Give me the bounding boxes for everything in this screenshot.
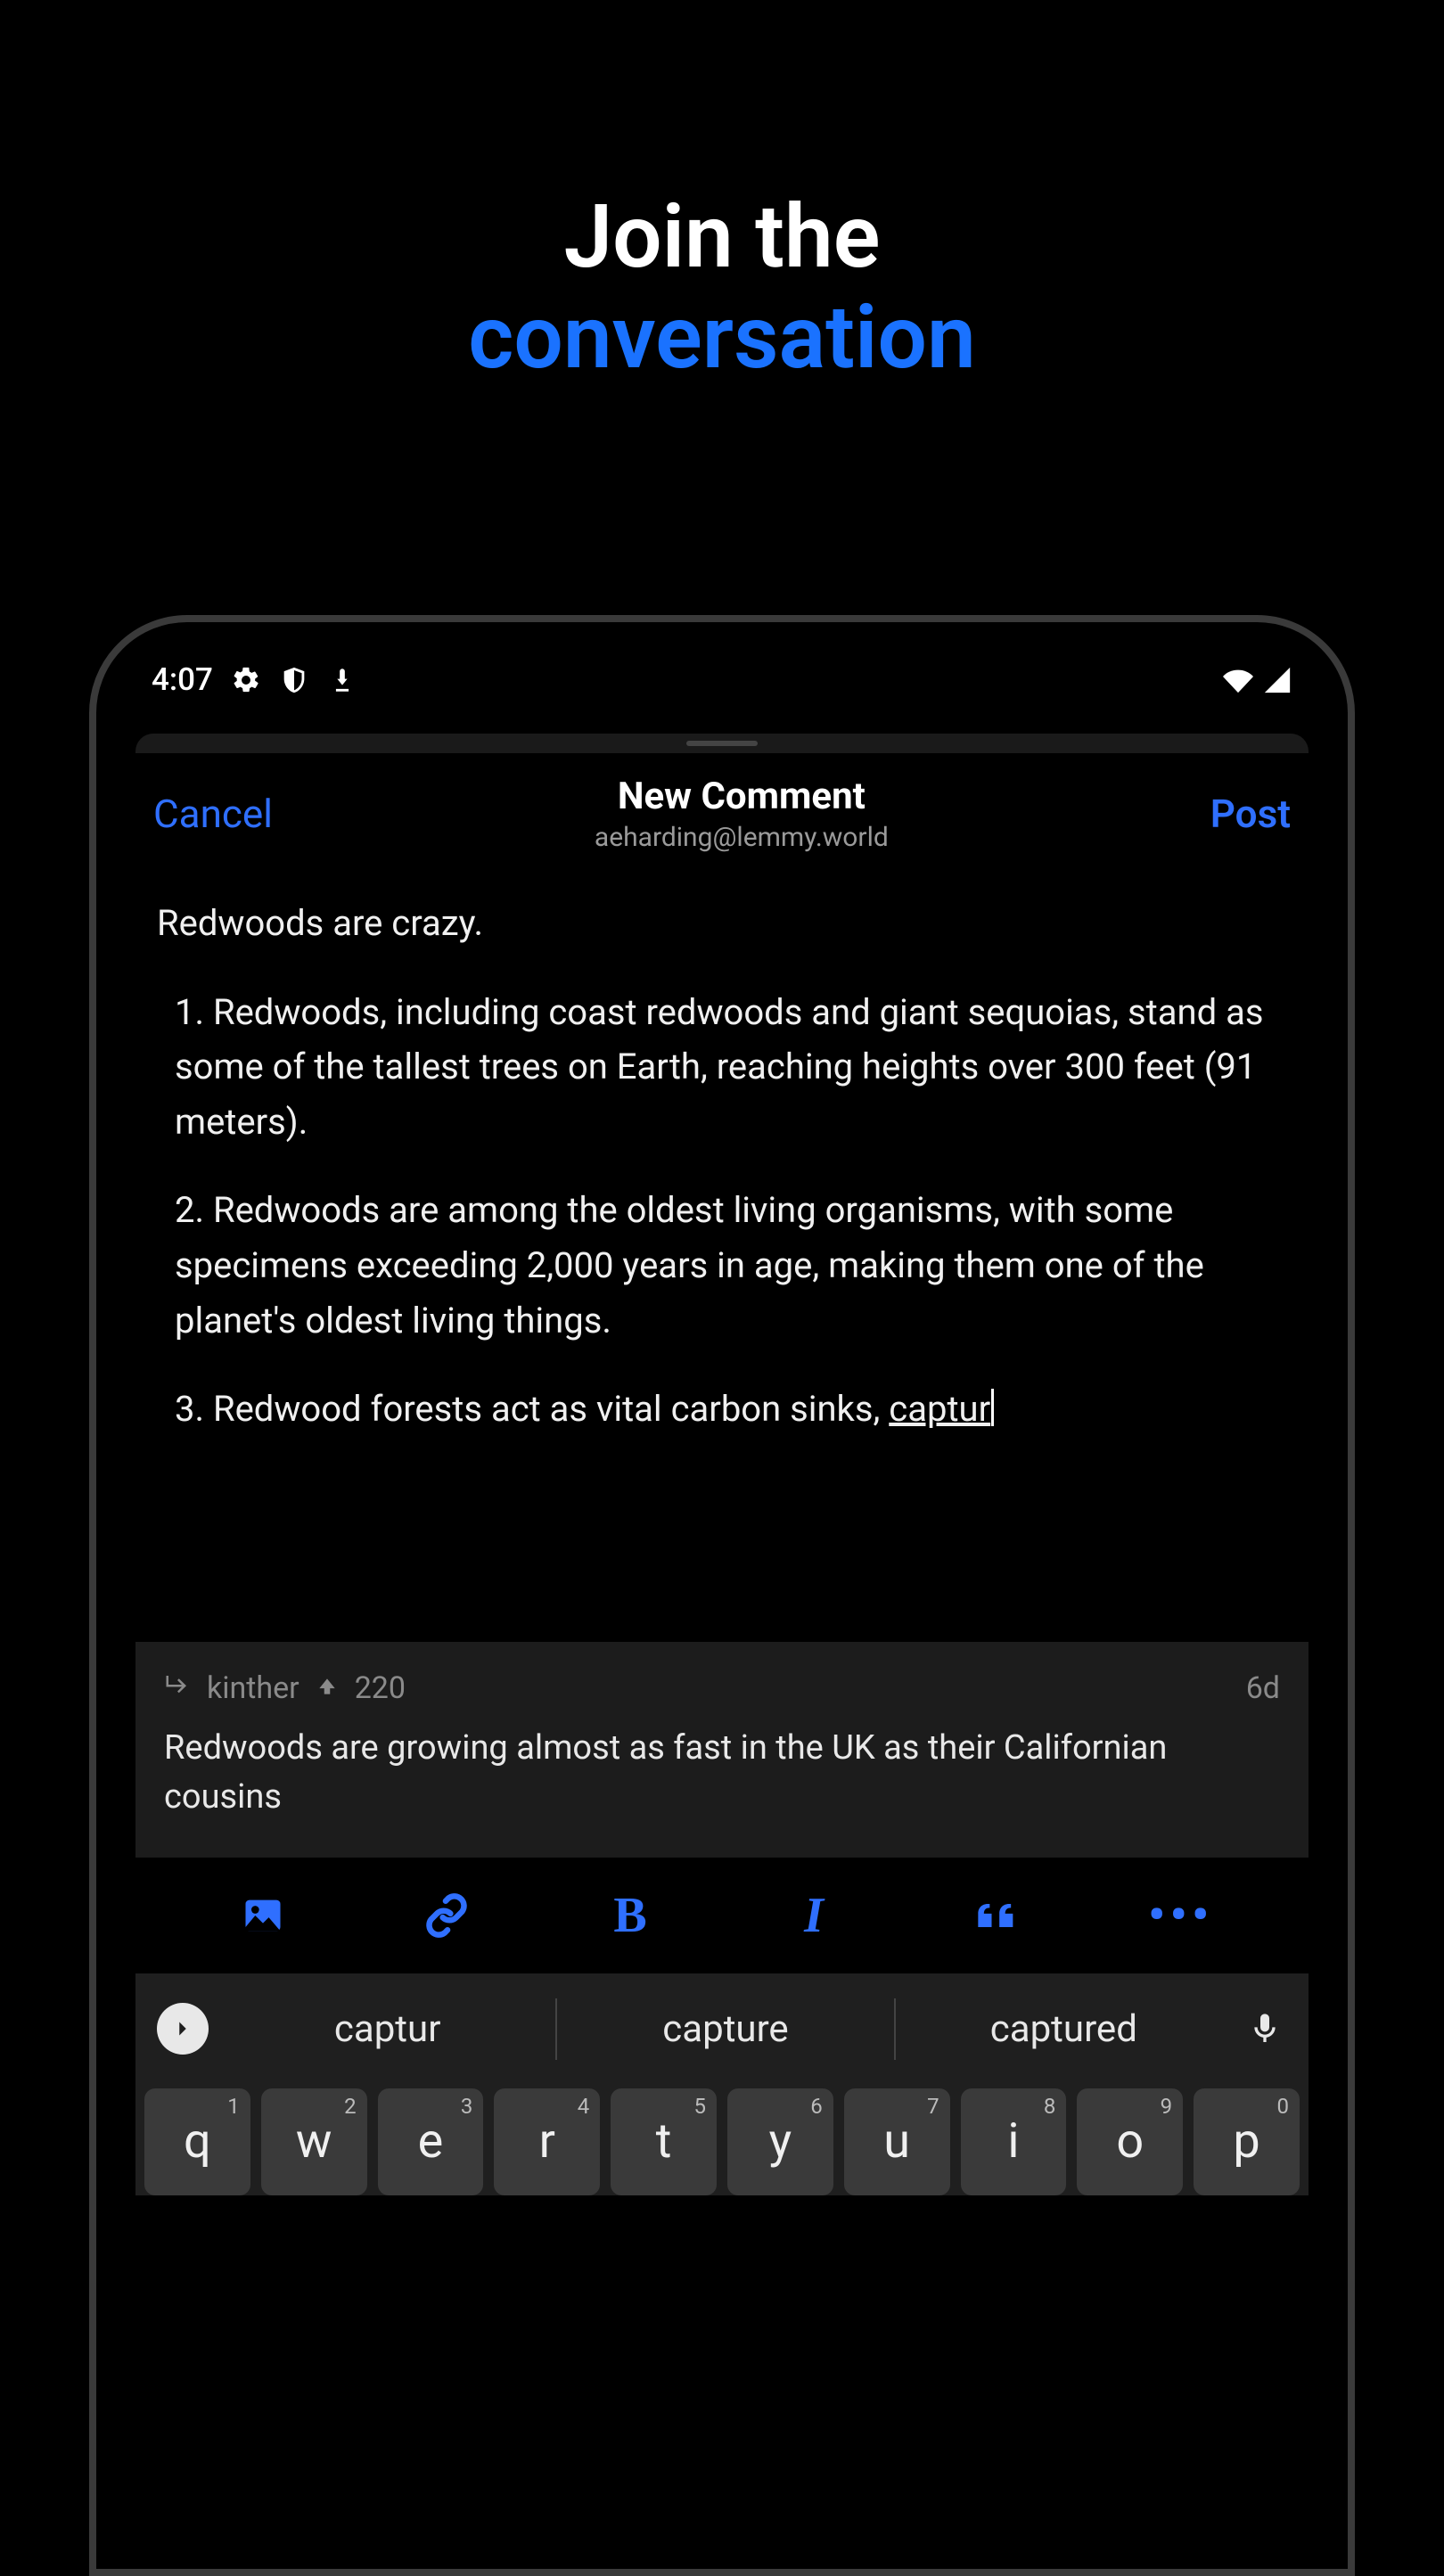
link-button[interactable] — [415, 1884, 478, 1947]
comment-point-3: 3. Redwood forests act as vital carbon s… — [157, 1382, 1287, 1437]
comment-point-2: 2. Redwoods are among the oldest living … — [157, 1183, 1287, 1348]
key-y[interactable]: y6 — [727, 2088, 833, 2195]
reply-context: kinther 220 6d Redwoods are growing almo… — [135, 1642, 1309, 1858]
key-w[interactable]: w2 — [261, 2088, 367, 2195]
key-p[interactable]: p0 — [1194, 2088, 1300, 2195]
suggestion-2[interactable]: capture — [557, 1998, 895, 2060]
key-q[interactable]: q1 — [144, 2088, 250, 2195]
more-button[interactable]: ••• — [1150, 1884, 1212, 1947]
reply-text: Redwoods are growing almost as fast in t… — [164, 1724, 1280, 1822]
post-button[interactable]: Post — [1210, 791, 1291, 837]
reply-score: 220 — [355, 1670, 406, 1706]
status-bar: 4:07 — [107, 633, 1337, 707]
promo-line1: Join the — [0, 187, 1444, 288]
key-t[interactable]: t5 — [611, 2088, 717, 2195]
suggestion-row: captur capture captured — [135, 1982, 1309, 2076]
signal-icon — [1262, 665, 1292, 695]
key-i[interactable]: i8 — [961, 2088, 1067, 2195]
cancel-button[interactable]: Cancel — [153, 791, 273, 837]
format-toolbar: B I ••• — [135, 1858, 1309, 1973]
quote-button[interactable] — [966, 1884, 1029, 1947]
comment-point-1: 1. Redwoods, including coast redwoods an… — [157, 985, 1287, 1150]
phone-frame: 4:07 — [89, 615, 1355, 2576]
autocomplete-fragment: captur — [889, 1388, 990, 1430]
suggestion-1[interactable]: captur — [219, 1998, 557, 2060]
text-cursor — [991, 1389, 994, 1426]
suggestion-3[interactable]: captured — [896, 1998, 1232, 2060]
download-icon — [327, 665, 357, 695]
reply-author: kinther — [207, 1670, 299, 1706]
sheet-subtitle: aeharding@lemmy.world — [595, 822, 889, 853]
comment-sheet: Cancel New Comment aeharding@lemmy.world… — [135, 734, 1309, 2195]
comment-editor[interactable]: Redwoods are crazy. 1. Redwoods, includi… — [135, 878, 1309, 1437]
sheet-nav: Cancel New Comment aeharding@lemmy.world… — [135, 775, 1309, 878]
upvote-icon — [316, 1670, 339, 1706]
phone-screen: 4:07 — [107, 633, 1337, 2558]
italic-button[interactable]: I — [783, 1884, 845, 1947]
shield-icon — [279, 665, 309, 695]
image-button[interactable] — [232, 1884, 294, 1947]
reply-age: 6d — [1246, 1670, 1280, 1706]
comment-intro: Redwoods are crazy. — [157, 896, 1287, 951]
sheet-title: New Comment — [595, 775, 889, 818]
status-time: 4:07 — [152, 661, 213, 698]
promo-line2: conversation — [0, 288, 1444, 389]
key-r[interactable]: r4 — [494, 2088, 600, 2195]
keyboard: captur capture captured q1 w2 e3 r4 t5 y… — [135, 1973, 1309, 2195]
key-e[interactable]: e3 — [378, 2088, 484, 2195]
mic-button[interactable] — [1243, 2011, 1287, 2047]
keyboard-row-1: q1 w2 e3 r4 t5 y6 u7 i8 o9 p0 — [135, 2076, 1309, 2195]
gear-icon — [231, 665, 261, 695]
reply-indent-icon — [164, 1670, 191, 1706]
key-u[interactable]: u7 — [844, 2088, 950, 2195]
bold-button[interactable]: B — [599, 1884, 661, 1947]
key-o[interactable]: o9 — [1077, 2088, 1183, 2195]
sheet-handle[interactable] — [135, 734, 1309, 753]
expand-suggestions-button[interactable] — [157, 2003, 209, 2055]
wifi-icon — [1223, 665, 1253, 695]
promo-title: Join the conversation — [0, 0, 1444, 388]
